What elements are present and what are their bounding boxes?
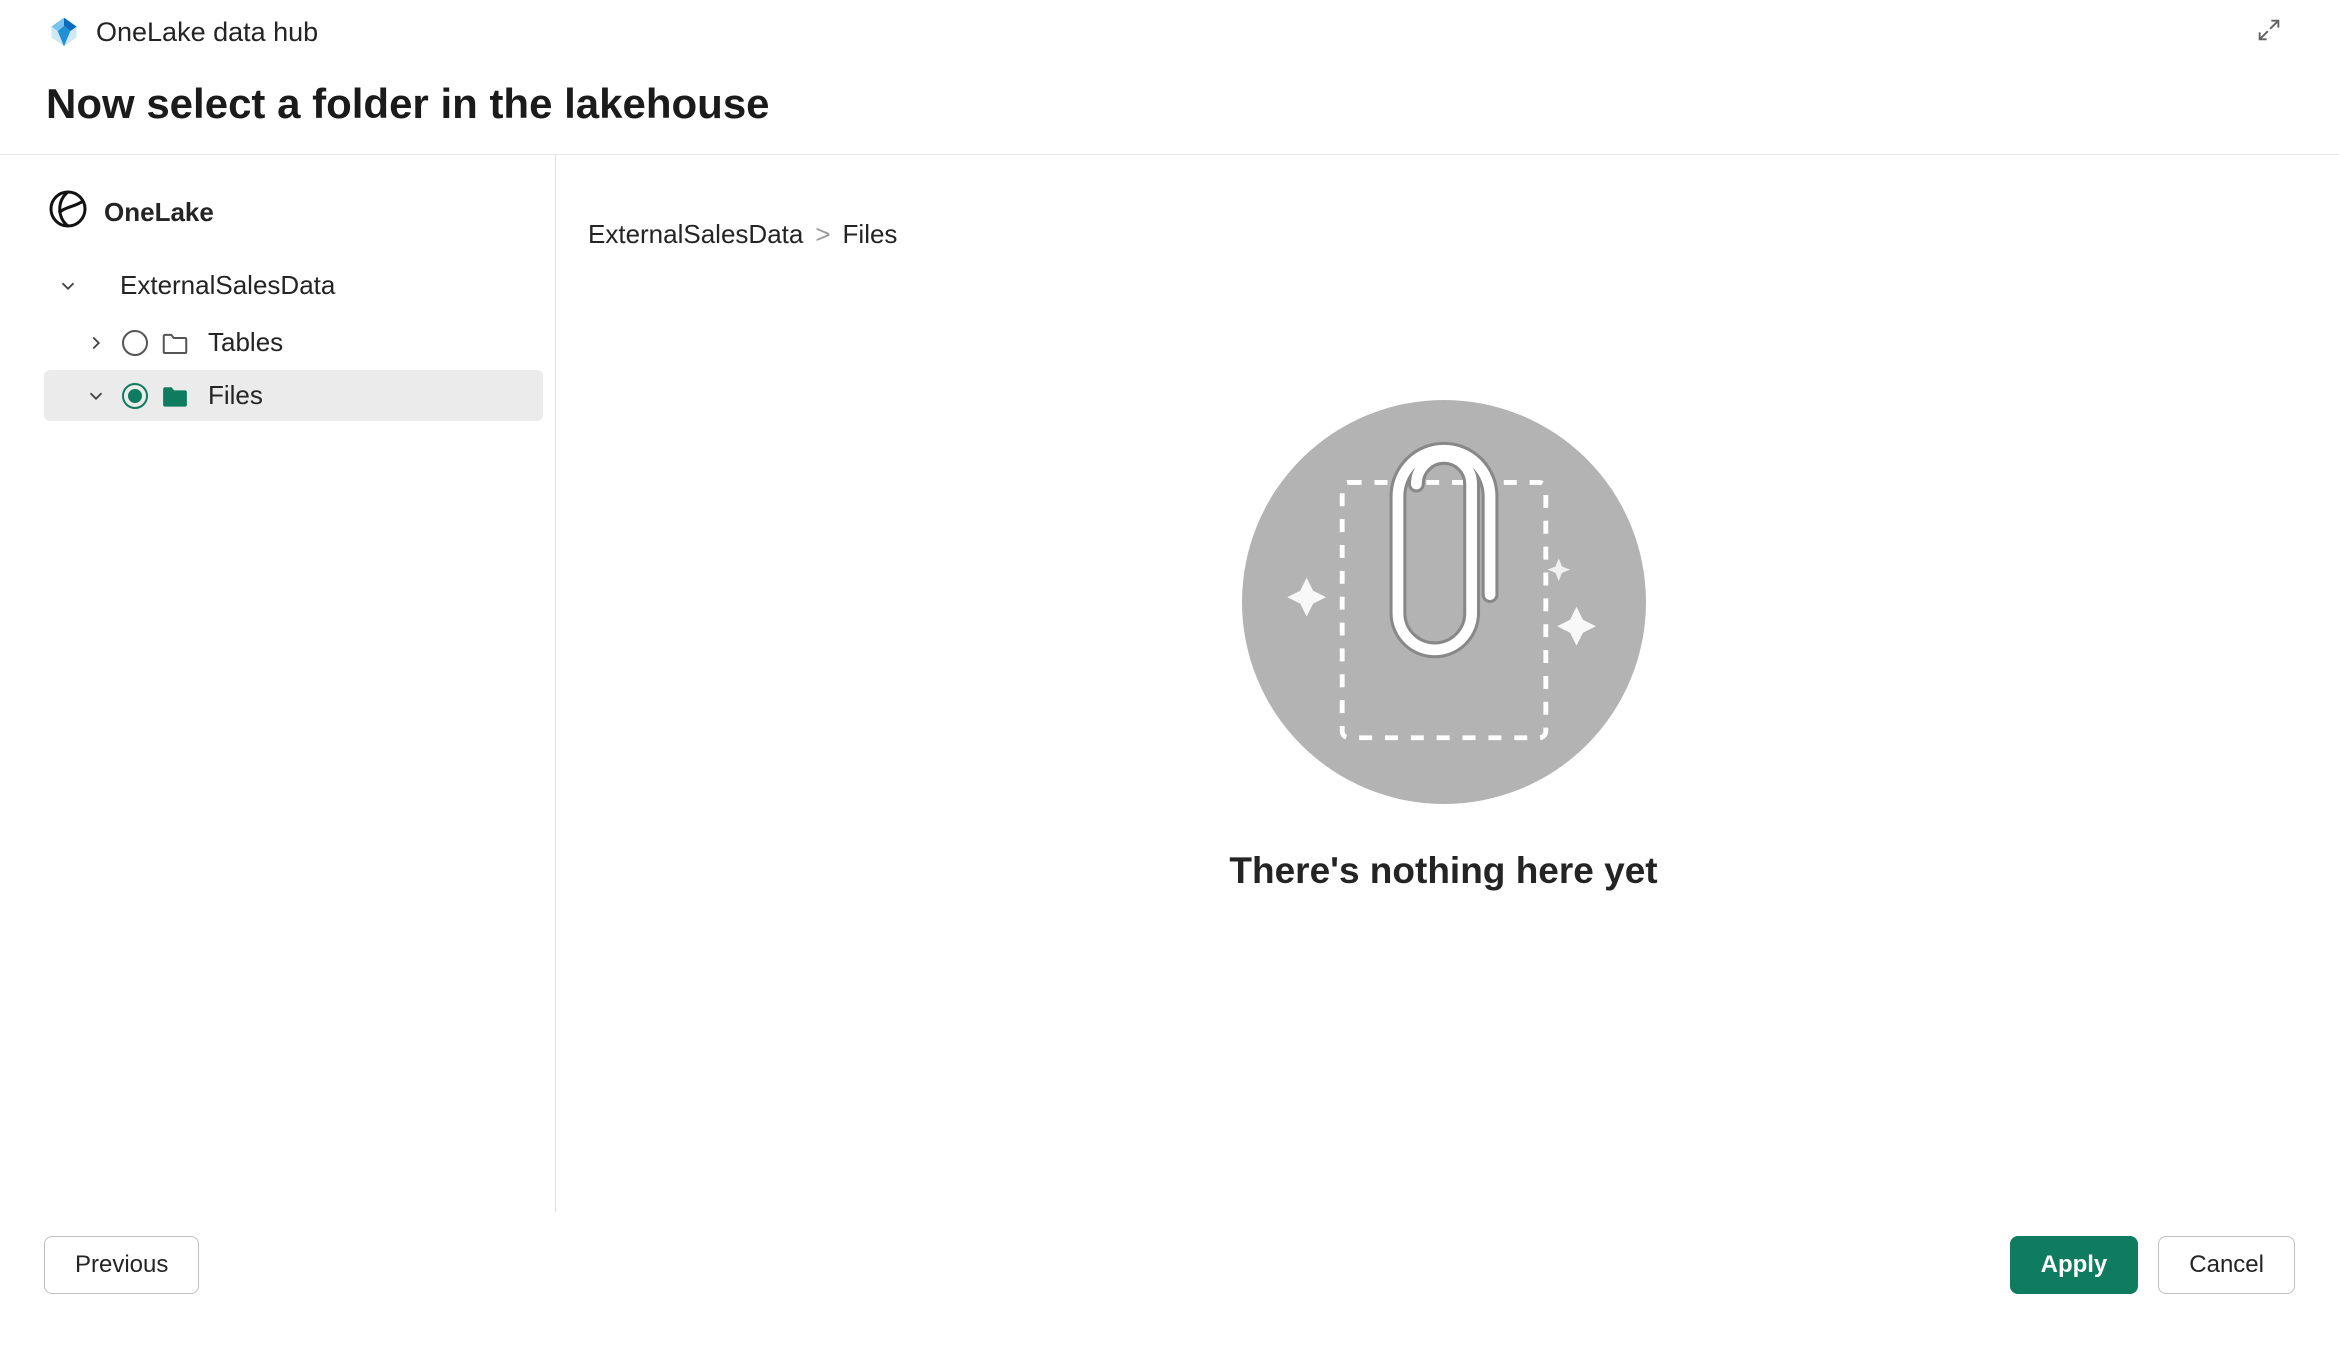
folder-tree-sidebar: OneLake ExternalSalesData Tables <box>0 155 556 1212</box>
dialog-footer: Previous Apply Cancel <box>0 1212 2339 1350</box>
breadcrumb-root[interactable]: ExternalSalesData <box>588 219 803 250</box>
empty-state-text: There's nothing here yet <box>1229 850 1657 892</box>
apply-button[interactable]: Apply <box>2010 1236 2139 1294</box>
dialog-header: OneLake data hub Now select a folder in … <box>0 0 2339 154</box>
tree-root-onelake[interactable]: OneLake <box>0 183 555 242</box>
content-pane: ExternalSalesData > Files <box>556 155 2339 1212</box>
empty-state: There's nothing here yet <box>588 250 2299 1212</box>
tree-node-lakehouse[interactable]: ExternalSalesData <box>0 260 555 311</box>
expand-icon[interactable] <box>2255 16 2283 49</box>
radio-tables[interactable] <box>122 330 148 356</box>
breadcrumb-leaf: Files <box>843 219 898 250</box>
tree-node-tables-label: Tables <box>208 327 283 358</box>
hub-title: OneLake data hub <box>96 17 318 48</box>
tree-node-lakehouse-label: ExternalSalesData <box>120 270 335 301</box>
paperclip-illustration-icon <box>1242 400 1646 804</box>
chevron-down-icon[interactable] <box>54 272 82 300</box>
chevron-down-icon[interactable] <box>82 382 110 410</box>
tree-node-files[interactable]: Files <box>44 370 543 421</box>
breadcrumb: ExternalSalesData > Files <box>588 219 2299 250</box>
onelake-logo-icon <box>46 14 82 50</box>
tree-root-label: OneLake <box>104 197 214 228</box>
folder-outline-icon <box>160 328 190 358</box>
onelake-root-icon <box>48 189 88 236</box>
chevron-right-icon[interactable] <box>82 329 110 357</box>
radio-files[interactable] <box>122 383 148 409</box>
tree-node-files-label: Files <box>208 380 263 411</box>
tree-node-tables[interactable]: Tables <box>44 317 543 368</box>
cancel-button[interactable]: Cancel <box>2158 1236 2295 1294</box>
previous-button[interactable]: Previous <box>44 1236 199 1294</box>
breadcrumb-separator-icon: > <box>815 219 830 250</box>
page-heading: Now select a folder in the lakehouse <box>46 80 2293 128</box>
folder-filled-icon <box>160 381 190 411</box>
